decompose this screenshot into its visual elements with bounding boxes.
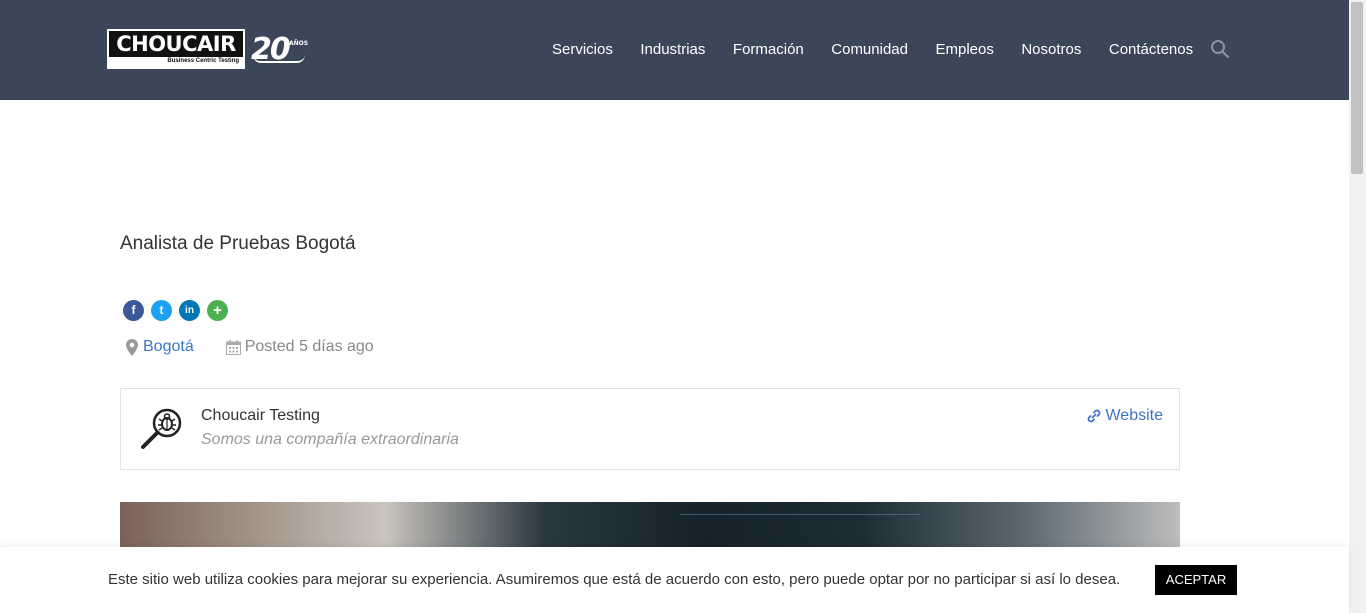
logo-brand: CHOUCAIR	[109, 31, 243, 57]
link-icon	[1088, 409, 1101, 423]
swoosh-graphic	[253, 55, 305, 63]
website-label: Website	[1105, 407, 1163, 424]
calendar-icon	[225, 339, 241, 355]
website-link[interactable]: Website	[1086, 407, 1163, 425]
page-scrollbar[interactable]	[1349, 0, 1366, 613]
choucair-logo[interactable]: CHOUCAIR Business Centric Testing 20 AÑO…	[107, 29, 308, 69]
nav-servicios[interactable]: Servicios	[552, 40, 613, 60]
cookie-message: Este sitio web utiliza cookies para mejo…	[108, 571, 1121, 588]
logo-tagline: Business Centric Testing	[167, 58, 239, 64]
main-nav: Servicios Industrias Formación Comunidad…	[552, 40, 1221, 60]
banner-chart-graphic	[680, 514, 920, 545]
company-name: Choucair Testing	[201, 407, 320, 424]
nav-industrias[interactable]: Industrias	[640, 40, 705, 60]
twitter-icon[interactable]: t	[151, 300, 172, 321]
nav-comunidad[interactable]: Comunidad	[831, 40, 908, 60]
site-header: CHOUCAIR Business Centric Testing 20 AÑO…	[0, 0, 1349, 100]
job-location-link[interactable]: Bogotá	[143, 338, 194, 356]
share-buttons: f t in +	[123, 300, 235, 321]
posted-date: Posted 5 días ago	[244, 338, 374, 355]
cookie-banner: Este sitio web utiliza cookies para mejo…	[0, 547, 1349, 613]
facebook-icon[interactable]: f	[123, 300, 144, 321]
map-pin-icon	[126, 338, 138, 356]
job-title: Analista de Pruebas Bogotá	[120, 233, 356, 254]
accept-cookies-button[interactable]: ACEPTAR	[1155, 565, 1237, 595]
nav-empleos[interactable]: Empleos	[935, 40, 993, 60]
search-icon[interactable]	[1210, 39, 1230, 59]
company-tagline: Somos una compañía extraordinaria	[201, 431, 459, 448]
linkedin-icon[interactable]: in	[179, 300, 200, 321]
nav-nosotros[interactable]: Nosotros	[1021, 40, 1081, 60]
nav-contactenos[interactable]: Contáctenos	[1109, 40, 1193, 60]
anniversary-badge: 20 AÑOS	[251, 32, 308, 67]
company-card: Choucair Testing Somos una compañía extr…	[120, 388, 1180, 470]
job-meta: Bogotá Posted 5 días ago	[126, 338, 374, 356]
bug-magnifier-icon	[141, 408, 182, 449]
nav-formacion[interactable]: Formación	[733, 40, 804, 60]
logo-box: CHOUCAIR Business Centric Testing	[107, 29, 245, 69]
anniversary-years: AÑOS	[289, 39, 309, 47]
more-share-icon[interactable]: +	[207, 300, 228, 321]
scrollbar-thumb[interactable]	[1351, 2, 1363, 174]
